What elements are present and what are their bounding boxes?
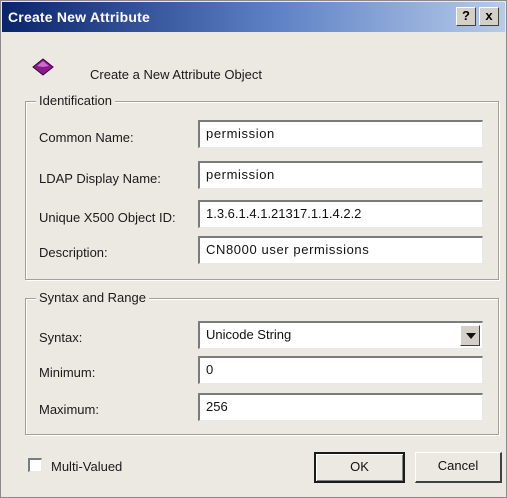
close-button[interactable]: x: [479, 7, 499, 26]
common-name-field[interactable]: permission: [198, 120, 483, 148]
description-field[interactable]: CN8000 user permissions: [198, 236, 483, 264]
ldap-display-name-field[interactable]: permission: [198, 161, 483, 189]
header-text: Create a New Attribute Object: [90, 67, 262, 82]
maximum-label: Maximum:: [39, 402, 99, 417]
identification-group-label: Identification: [36, 93, 115, 108]
syntax-label: Syntax:: [39, 330, 83, 345]
syntax-range-group-label: Syntax and Range: [36, 290, 149, 305]
cancel-button[interactable]: Cancel: [415, 452, 502, 483]
ldap-display-name-label: LDAP Display Name:: [39, 171, 161, 186]
multi-valued-label[interactable]: Multi-Valued: [51, 459, 122, 474]
create-attribute-dialog: Create New Attribute ? x Create a New At…: [0, 0, 507, 498]
unique-x500-oid-field[interactable]: 1.3.6.1.4.1.21317.1.1.4.2.2: [198, 200, 483, 228]
description-label: Description:: [39, 245, 108, 260]
window-title: Create New Attribute: [8, 9, 150, 25]
minimum-label: Minimum:: [39, 365, 96, 380]
multi-valued-checkbox[interactable]: [28, 458, 42, 472]
maximum-field[interactable]: 256: [198, 393, 483, 421]
minimum-field[interactable]: 0: [198, 356, 483, 384]
common-name-label: Common Name:: [39, 130, 134, 145]
unique-x500-oid-label: Unique X500 Object ID:: [39, 210, 176, 225]
attribute-object-icon: [32, 58, 54, 76]
syntax-select[interactable]: Unicode String: [198, 321, 483, 349]
help-button[interactable]: ?: [456, 7, 476, 26]
chevron-down-icon[interactable]: [460, 325, 480, 346]
title-bar[interactable]: Create New Attribute ? x: [2, 2, 505, 32]
syntax-value: Unicode String: [206, 327, 292, 342]
ok-button[interactable]: OK: [314, 452, 405, 483]
